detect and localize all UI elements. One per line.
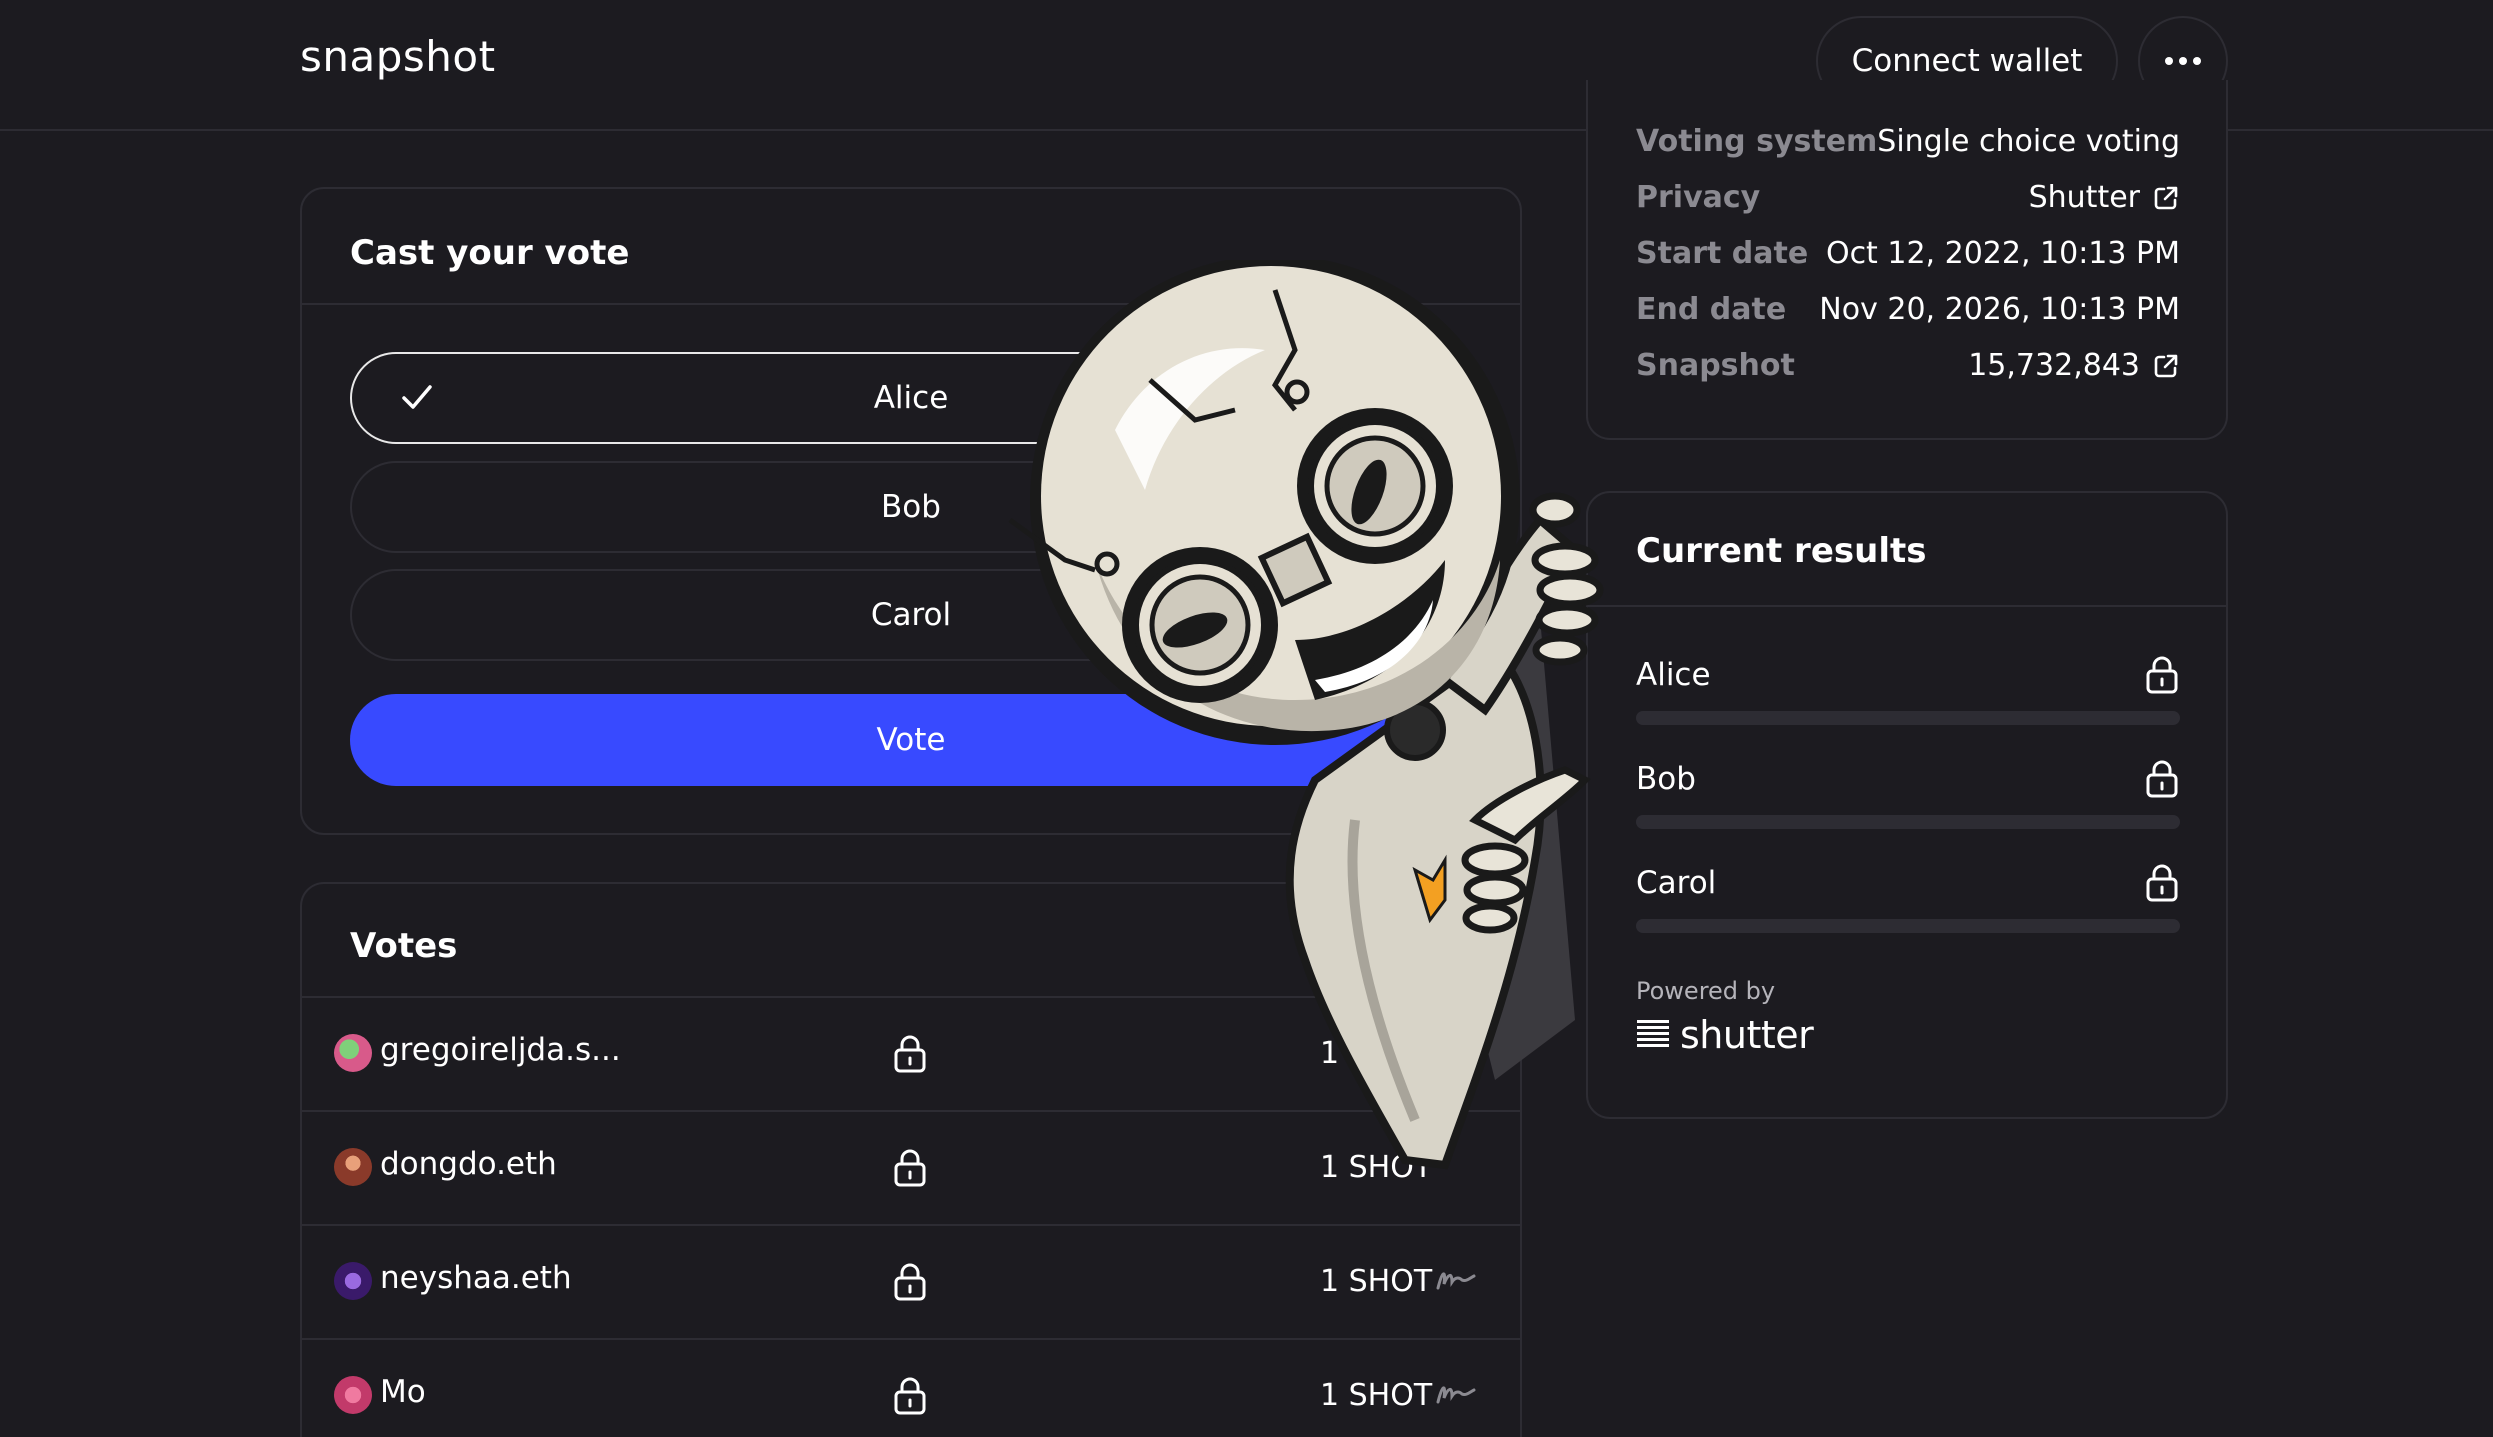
proposal-info-card: Voting system Single choice voting Priva… bbox=[1586, 80, 2228, 440]
result-item-carol: Carol bbox=[1636, 864, 2180, 945]
voter-name[interactable]: neyshaa.eth bbox=[380, 1260, 572, 1296]
info-value: Single choice voting bbox=[1877, 124, 2180, 159]
card-divider bbox=[1588, 605, 2226, 607]
votes-title: Votes bbox=[350, 926, 458, 966]
signature-icon[interactable] bbox=[1434, 1264, 1478, 1294]
info-row-end-date: End date Nov 20, 2026, 10:13 PM bbox=[1636, 292, 2180, 342]
ellipsis-icon bbox=[2165, 57, 2201, 65]
info-label: Voting system bbox=[1636, 124, 1878, 159]
result-item-alice: Alice bbox=[1636, 656, 2180, 737]
external-link-icon bbox=[2154, 354, 2178, 377]
info-value: Nov 20, 2026, 10:13 PM bbox=[1819, 292, 2180, 327]
info-row-voting-system: Voting system Single choice voting bbox=[1636, 124, 2180, 174]
table-row[interactable]: neyshaa.eth 1 SHOT bbox=[302, 1224, 1520, 1338]
choice-label: Alice bbox=[873, 380, 949, 416]
info-row-snapshot: Snapshot 15,732,843 bbox=[1636, 348, 2180, 398]
lock-icon bbox=[2146, 864, 2178, 902]
lock-icon bbox=[2146, 656, 2178, 694]
external-link-icon bbox=[2154, 186, 2178, 209]
voter-name[interactable]: dongdo.eth bbox=[380, 1146, 557, 1182]
avatar bbox=[334, 1376, 372, 1414]
result-progress-bar bbox=[1636, 711, 2180, 725]
privacy-link[interactable]: Shutter bbox=[2029, 180, 2180, 215]
robot-mascot-illustration bbox=[1008, 260, 1604, 1170]
signature-icon[interactable] bbox=[1434, 1378, 1478, 1408]
info-row-start-date: Start date Oct 12, 2022, 10:13 PM bbox=[1636, 236, 2180, 286]
info-row-privacy: Privacy Shutter bbox=[1636, 180, 2180, 230]
result-progress-bar bbox=[1636, 919, 2180, 933]
shutter-wordmark: shutter bbox=[1680, 1013, 1814, 1057]
vote-amount: 1 SHOT bbox=[1320, 1264, 1433, 1299]
info-value: Oct 12, 2022, 10:13 PM bbox=[1825, 236, 2180, 271]
avatar bbox=[334, 1262, 372, 1300]
result-progress-bar bbox=[1636, 815, 2180, 829]
avatar bbox=[334, 1034, 372, 1072]
checkmark-icon bbox=[402, 385, 432, 409]
vote-amount: 1 SHOT bbox=[1320, 1378, 1433, 1413]
info-label: Privacy bbox=[1636, 180, 1761, 215]
current-results-card: Current results Alice Bob Carol Powered … bbox=[1586, 491, 2228, 1119]
choice-label: Carol bbox=[870, 597, 952, 633]
lock-icon bbox=[894, 1149, 926, 1187]
avatar bbox=[334, 1148, 372, 1186]
lock-icon bbox=[894, 1263, 926, 1301]
snapshot-block-link[interactable]: 15,732,843 bbox=[1968, 348, 2180, 383]
page: snapshot Connect wallet Cast your vote A… bbox=[0, 0, 2493, 1437]
snapshot-logo[interactable]: snapshot bbox=[300, 32, 496, 81]
lock-icon bbox=[894, 1035, 926, 1073]
result-item-bob: Bob bbox=[1636, 760, 2180, 841]
results-title: Current results bbox=[1636, 531, 1927, 571]
lock-icon bbox=[2146, 760, 2178, 798]
cast-vote-title: Cast your vote bbox=[350, 233, 630, 273]
voter-name[interactable]: Mo bbox=[380, 1374, 426, 1410]
voter-name[interactable]: gregoireljda.s... bbox=[380, 1032, 621, 1068]
table-row[interactable]: Mo 1 SHOT bbox=[302, 1338, 1520, 1437]
lock-icon bbox=[894, 1377, 926, 1415]
choice-label: Bob bbox=[881, 489, 941, 525]
